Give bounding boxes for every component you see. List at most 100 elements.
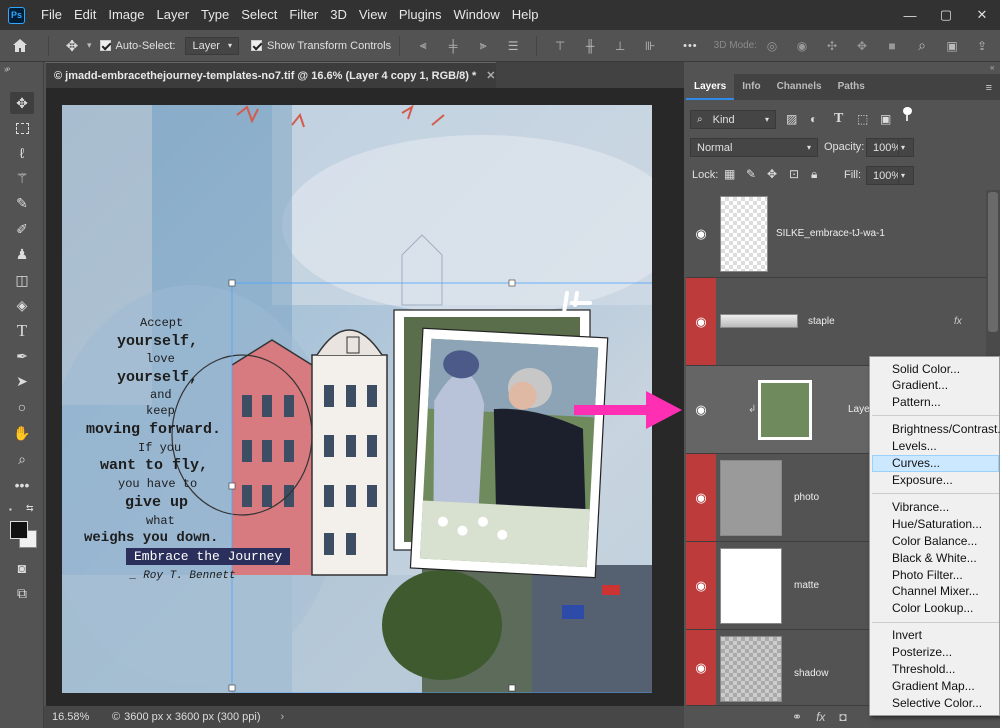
marquee-tool[interactable] (10, 117, 34, 139)
kind-filter-dropdown[interactable]: ⌕ Kind ▾ (690, 110, 776, 129)
menu-view[interactable]: View (353, 0, 393, 30)
auto-select-dropdown[interactable]: Layer ▾ (185, 36, 239, 55)
menu-item-solid-color[interactable]: Solid Color... (892, 361, 960, 378)
filter-shape-icon[interactable]: ⬚ (857, 112, 868, 126)
close-button[interactable]: ✕ (964, 0, 1000, 30)
eyedropper-tool[interactable]: ✎ (10, 192, 34, 214)
layer-name[interactable]: photo (794, 492, 819, 503)
menu-layer[interactable]: Layer (151, 0, 196, 30)
fill-chevron[interactable]: ▾ (898, 166, 914, 185)
layer-thumbnail[interactable] (720, 196, 768, 272)
menu-image[interactable]: Image (102, 0, 150, 30)
panel-menu-icon[interactable]: ≡ (986, 82, 992, 94)
pen-tool[interactable]: ✒ (10, 345, 34, 367)
menu-item-gradient-map[interactable]: Gradient Map... (892, 678, 975, 695)
align-left-icon[interactable]: ⫷ (416, 38, 430, 53)
filter-pixel-icon[interactable]: ▨ (786, 112, 797, 126)
menu-item-hue-saturation[interactable]: Hue/Saturation... (892, 516, 982, 533)
menu-item-curves[interactable]: Curves... (892, 455, 940, 472)
distribute-vertical-icon[interactable]: ⊪ (643, 39, 657, 53)
3d-roll-icon[interactable]: ◉ (795, 39, 809, 53)
menu-item-color-balance[interactable]: Color Balance... (892, 533, 977, 550)
doc-info[interactable]: © 3600 px x 3600 px (300 ppi) (112, 711, 260, 723)
more-options-button[interactable]: ••• (683, 40, 698, 52)
fx-icon[interactable]: fx (816, 710, 825, 724)
menu-edit[interactable]: Edit (68, 0, 102, 30)
hand-tool[interactable]: ✋ (10, 422, 34, 444)
align-distribute-icon[interactable]: ☰ (506, 39, 520, 53)
fx-icon[interactable]: fx (954, 316, 962, 327)
default-colors-icon[interactable]: ▪ (9, 505, 12, 514)
layer-thumbnail[interactable] (720, 548, 782, 624)
lock-brush-icon[interactable]: ✎ (746, 167, 756, 181)
eye-icon[interactable]: ◉ (686, 278, 716, 365)
share-icon[interactable]: ⇪ (975, 39, 989, 53)
lock-artboard-icon[interactable]: ⊡ (789, 167, 799, 181)
show-transform-checkbox[interactable]: Show Transform Controls (251, 40, 391, 52)
tab-paths[interactable]: Paths (830, 74, 873, 100)
screen-mode-icon[interactable]: ⧉ (10, 582, 34, 604)
menu-item-black-white[interactable]: Black & White... (892, 550, 977, 567)
shape-tool[interactable]: ○ (10, 396, 34, 418)
3d-camera-icon[interactable]: ■ (885, 39, 899, 53)
lock-position-icon[interactable]: ✥ (767, 167, 777, 181)
workspace-icon[interactable]: ▣ (945, 39, 959, 53)
menu-item-channel-mixer[interactable]: Channel Mixer... (892, 583, 979, 600)
menu-filter[interactable]: Filter (283, 0, 324, 30)
search-icon[interactable]: ⌕ (915, 37, 929, 53)
3d-slide-icon[interactable]: ✥ (855, 39, 869, 53)
menu-item-gradient[interactable]: Gradient... (892, 377, 948, 394)
menu-item-threshold[interactable]: Threshold... (892, 661, 955, 678)
stamp-tool[interactable]: ♟ (10, 243, 34, 265)
menu-item-brightness-contrast[interactable]: Brightness/Contrast... (892, 421, 1000, 438)
minimize-button[interactable]: — (892, 0, 928, 30)
checkbox-icon[interactable] (251, 40, 262, 51)
filter-adjustment-icon[interactable]: ◐ (810, 112, 817, 126)
layer-row[interactable]: ◉ SILKE_embrace-tJ-wa-1 (686, 190, 986, 278)
menu-item-photo-filter[interactable]: Photo Filter... (892, 567, 963, 584)
tab-layers[interactable]: Layers (686, 74, 735, 100)
zoom-level[interactable]: 16.58% (52, 711, 102, 723)
zoom-tool[interactable]: ⌕ (10, 448, 34, 470)
align-middle-icon[interactable]: ╫ (583, 39, 597, 53)
opacity-chevron[interactable]: ▾ (898, 138, 914, 157)
align-right-icon[interactable]: ⫸ (476, 38, 490, 53)
lasso-tool[interactable]: ℓ (10, 142, 34, 164)
move-tool-icon[interactable]: ✥ (57, 37, 87, 55)
foreground-color-swatch[interactable] (10, 521, 28, 539)
eraser-tool[interactable]: ◫ (10, 269, 34, 291)
layer-name[interactable]: shadow (794, 668, 828, 679)
eye-icon[interactable]: ◉ (686, 630, 716, 705)
tab-channels[interactable]: Channels (769, 74, 830, 100)
home-icon[interactable] (0, 38, 40, 53)
tab-info[interactable]: Info (734, 74, 768, 100)
filter-type-icon[interactable]: T (834, 111, 843, 127)
align-center-icon[interactable]: ╪ (446, 39, 460, 53)
3d-pan-icon[interactable]: ✣ (825, 39, 839, 53)
align-bottom-icon[interactable]: ⊥ (613, 39, 627, 53)
close-tab-icon[interactable]: ✕ (486, 69, 495, 82)
more-tools-icon[interactable]: ••• (10, 474, 34, 496)
menu-item-invert[interactable]: Invert (892, 627, 922, 644)
quick-mask-icon[interactable]: ◙ (10, 557, 34, 579)
menu-item-vibrance[interactable]: Vibrance... (892, 499, 949, 516)
layer-thumbnail[interactable] (720, 460, 782, 536)
paint-bucket-tool[interactable]: ◈ (10, 294, 34, 316)
menu-type[interactable]: Type (195, 0, 235, 30)
layer-name[interactable]: SILKE_embrace-tJ-wa-1 (776, 228, 885, 239)
layer-row[interactable]: ◉ staple fx (686, 278, 986, 366)
menu-item-selective-color[interactable]: Selective Color... (892, 695, 982, 712)
menu-3d[interactable]: 3D (324, 0, 353, 30)
magic-wand-tool[interactable]: ⚚ (10, 167, 34, 189)
layer-thumbnail[interactable] (720, 314, 798, 328)
auto-select-checkbox[interactable]: Auto-Select: (99, 40, 175, 52)
swap-colors-icon[interactable]: ⇆ (26, 503, 34, 514)
document-canvas[interactable]: Accept yourself, love yourself, and keep… (62, 105, 652, 693)
menu-item-levels[interactable]: Levels... (892, 438, 937, 455)
filter-toggle-icon[interactable] (900, 107, 914, 121)
layer-thumbnail[interactable] (720, 636, 782, 702)
menu-plugins[interactable]: Plugins (393, 0, 448, 30)
lock-all-icon[interactable]: 🔒︎ (811, 167, 817, 182)
menu-help[interactable]: Help (506, 0, 545, 30)
menu-window[interactable]: Window (447, 0, 505, 30)
